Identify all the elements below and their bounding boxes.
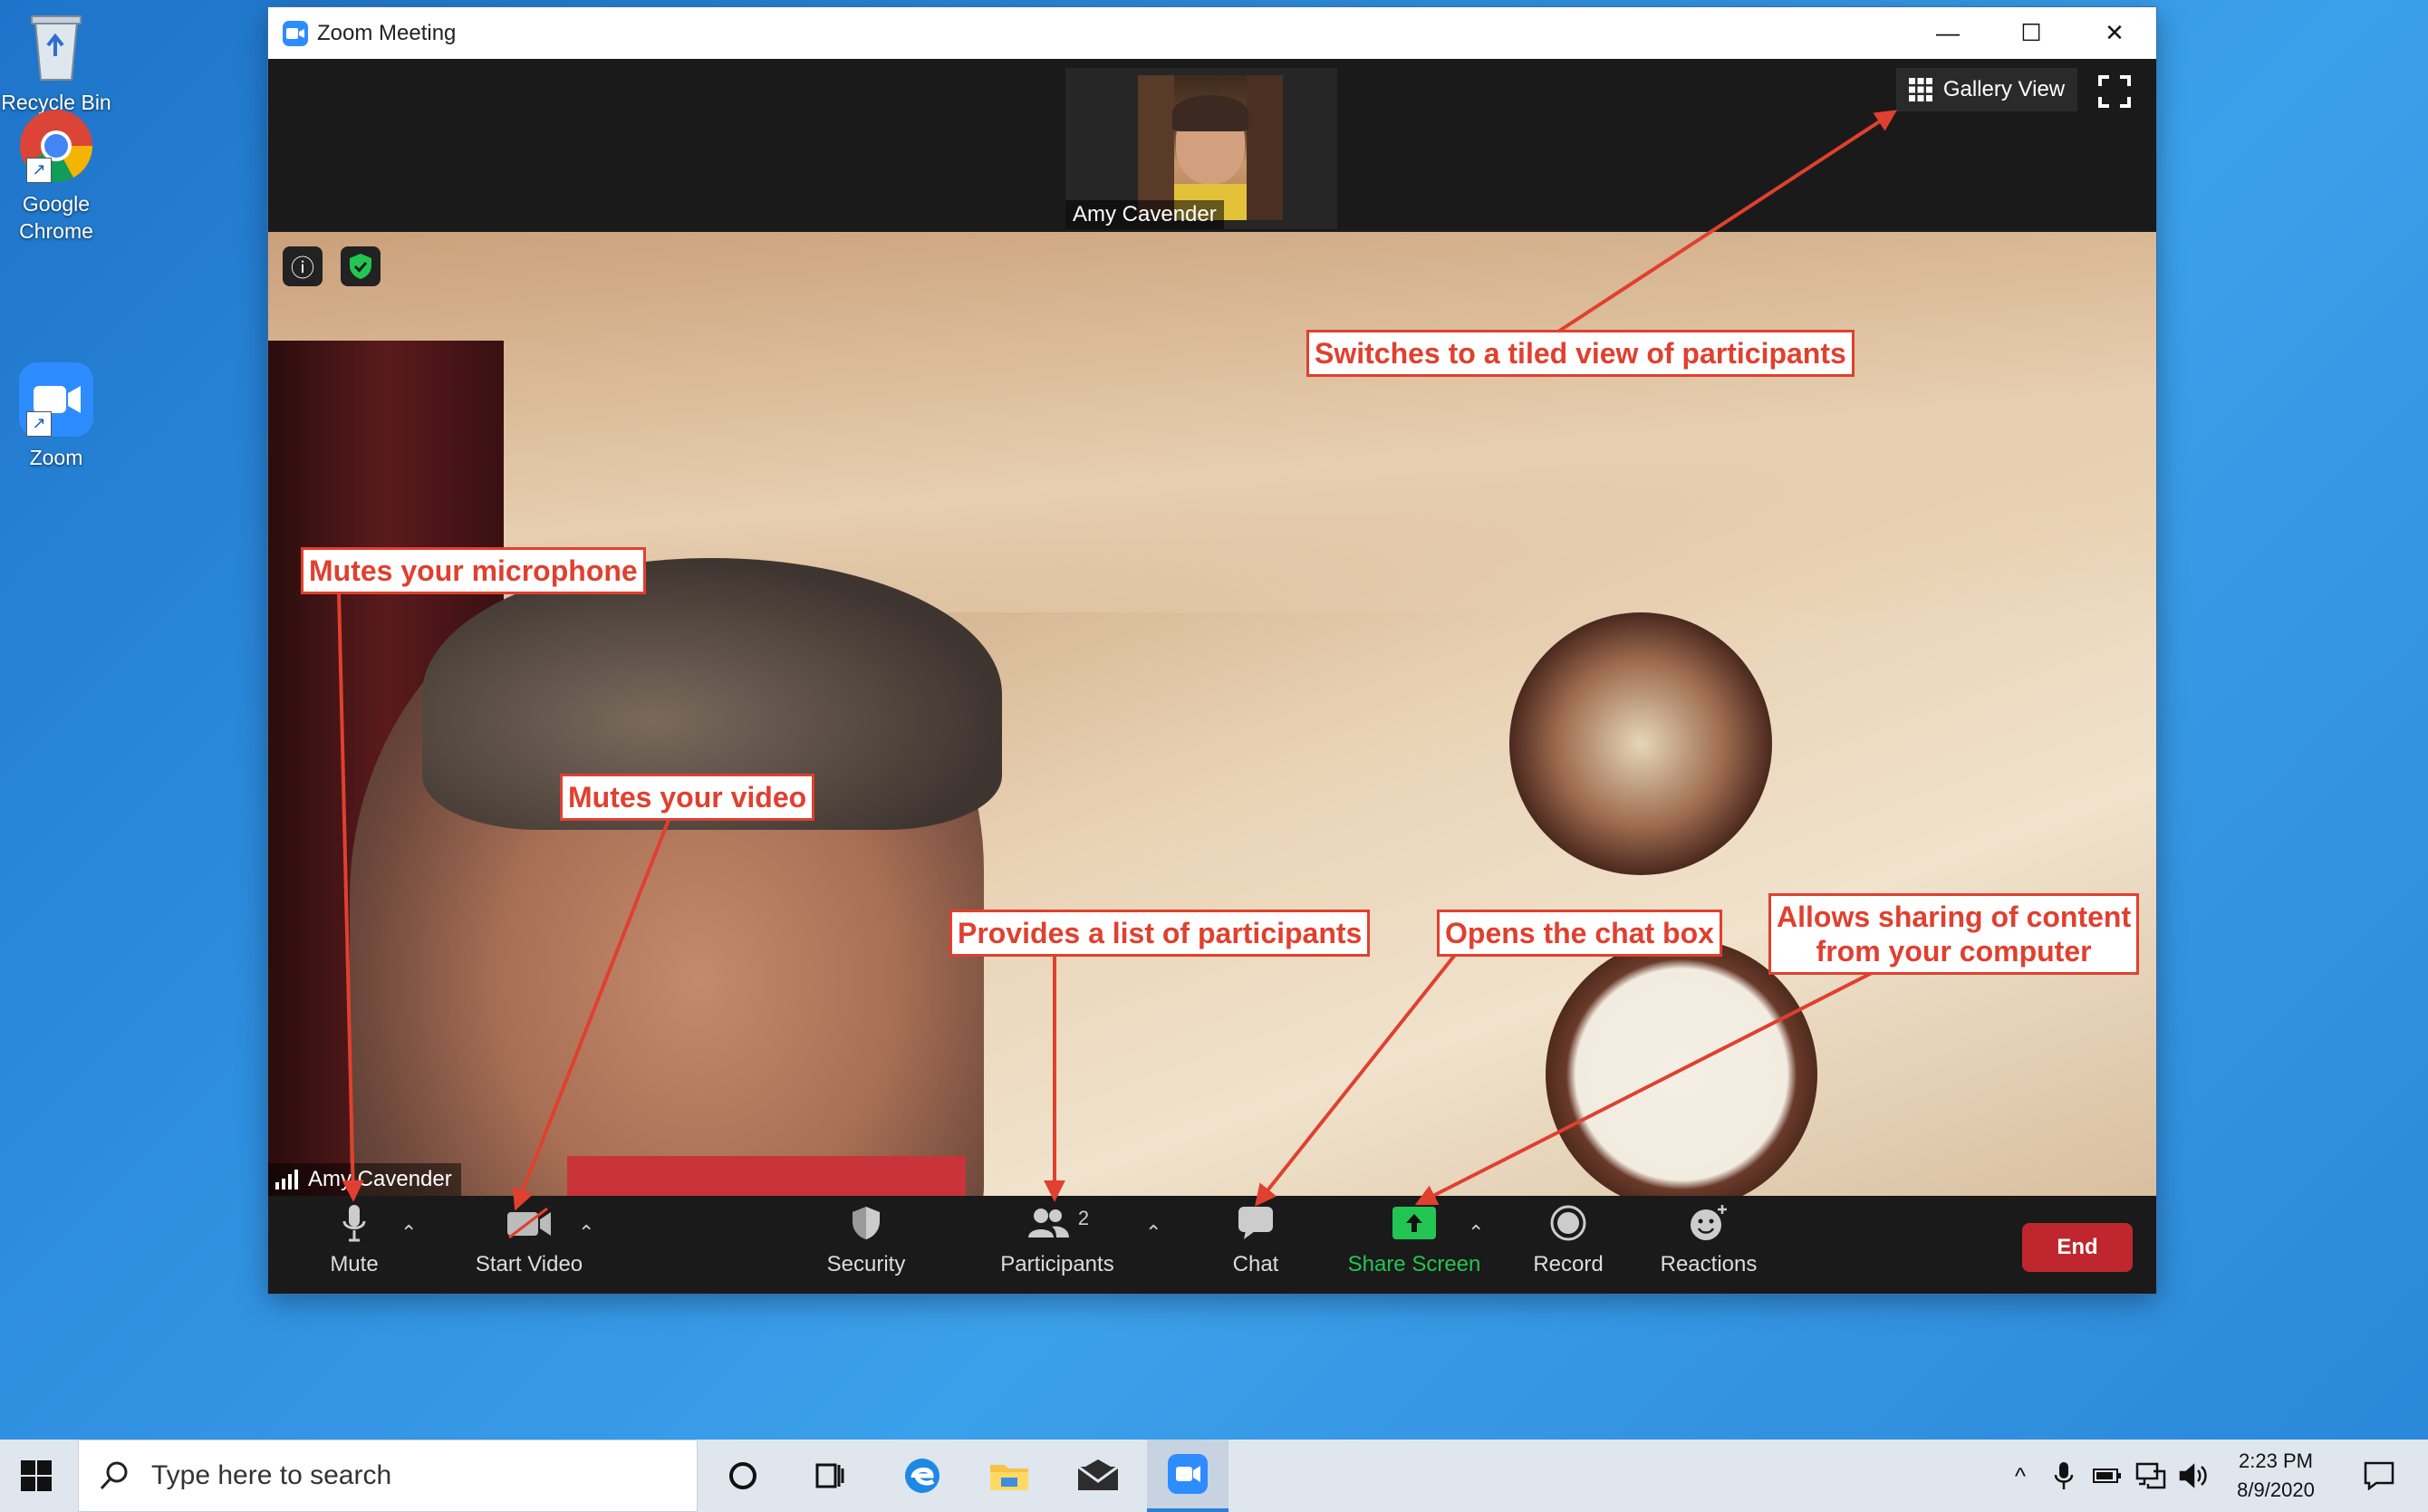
annotation-mute: Mutes your microphone: [301, 547, 646, 594]
mail-icon: [1077, 1459, 1119, 1490]
action-center-button[interactable]: [2352, 1440, 2406, 1512]
task-view-icon: [815, 1463, 844, 1488]
task-view-button[interactable]: [790, 1440, 870, 1512]
annotation-arrow: [337, 592, 364, 1202]
annotation-gallery-view: Switches to a tiled view of participants: [1306, 330, 1855, 377]
annotation-chat: Opens the chat box: [1437, 910, 1722, 957]
taskbar-date: 8/9/2020: [2237, 1478, 2315, 1501]
folder-icon: [990, 1465, 1028, 1490]
taskbar-search-box[interactable]: Type here to search: [78, 1440, 698, 1512]
annotation-share-line: Allows sharing of content: [1777, 900, 2132, 933]
annotation-arrow: [1255, 953, 1457, 1207]
edge-button[interactable]: [882, 1440, 962, 1512]
volume-tray-button[interactable]: [2176, 1440, 2212, 1512]
windows-logo-icon: [21, 1460, 52, 1491]
start-button[interactable]: [0, 1440, 72, 1512]
zoom-icon: [1168, 1454, 1208, 1494]
annotation-arrow: [1414, 969, 1876, 1206]
chevron-up-icon: ^: [2014, 1461, 2027, 1489]
taskbar-clock[interactable]: 2:23 PM 8/9/2020: [2221, 1447, 2330, 1505]
edge-icon: [905, 1459, 939, 1493]
taskbar-time: 2:23 PM: [2239, 1449, 2313, 1472]
windows-taskbar: Type here to search ^ 2:23 PM 8/9/2020: [0, 1440, 2428, 1512]
annotation-arrows: [337, 110, 1898, 1211]
annotation-share-screen: Allows sharing of content from your comp…: [1768, 893, 2140, 975]
annotation-participants: Provides a list of participants: [949, 910, 1371, 957]
annotation-arrow: [512, 814, 672, 1211]
search-placeholder: Type here to search: [151, 1460, 392, 1490]
search-icon: [100, 1461, 128, 1490]
annotation-video: Mutes your video: [560, 774, 815, 821]
mail-button[interactable]: [1058, 1440, 1138, 1512]
annotation-arrow: [1556, 110, 1898, 333]
battery-tray-button[interactable]: [2089, 1440, 2125, 1512]
network-icon: [2135, 1462, 2166, 1489]
microphone-icon: [2054, 1462, 2074, 1489]
network-tray-button[interactable]: [2133, 1440, 2169, 1512]
cortana-button[interactable]: [703, 1440, 783, 1512]
microphone-tray-button[interactable]: [2046, 1440, 2082, 1512]
zoom-taskbar-button[interactable]: [1147, 1440, 1228, 1512]
speaker-icon: [2179, 1463, 2207, 1488]
battery-icon: [2093, 1469, 2121, 1483]
cortana-icon: [729, 1462, 756, 1489]
notification-icon: [2364, 1461, 2394, 1490]
show-hidden-icons-button[interactable]: ^: [2002, 1440, 2038, 1512]
file-explorer-button[interactable]: [969, 1440, 1049, 1512]
annotation-share-line: from your computer: [1816, 935, 2092, 968]
